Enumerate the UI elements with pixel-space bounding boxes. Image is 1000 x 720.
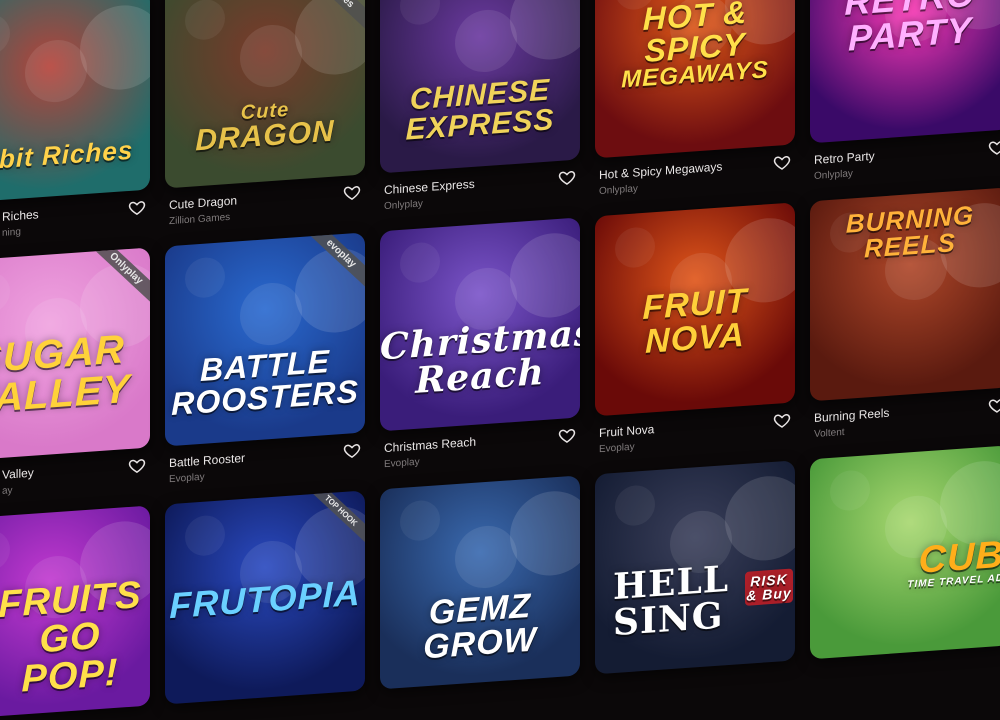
- game-thumbnail[interactable]: GEMZ GROW: [380, 475, 580, 690]
- heart-icon[interactable]: [773, 411, 791, 430]
- game-card[interactable]: games Cute DRAGON Cute Dragon Zillion Ga…: [165, 0, 365, 232]
- game-card[interactable]: FRUIT NOVA Fruit Nova Evoplay: [595, 202, 795, 460]
- game-card[interactable]: FRUITS GO POP!: [0, 505, 150, 720]
- game-thumbnail[interactable]: FRUIT NOVA: [595, 202, 795, 417]
- thumbnail-title: CUB TIME TRAVEL AD: [810, 534, 1000, 597]
- game-provider: ay: [2, 485, 13, 497]
- thumbnail-artwork: [80, 2, 150, 93]
- game-provider: Evoplay: [599, 441, 635, 456]
- thumbnail-subtitle: MEGAWAYS: [621, 56, 769, 94]
- thumbnail-title: RETRO PARTY: [845, 0, 976, 59]
- thumbnail-artwork: [185, 0, 225, 42]
- game-name[interactable]: Riches: [2, 207, 39, 224]
- thumbnail-title: FRUTOPIA: [169, 571, 361, 627]
- game-name[interactable]: Fruit Nova: [599, 422, 654, 440]
- game-provider: Onlyplay: [384, 198, 423, 213]
- thumbnail-artwork: [615, 226, 655, 269]
- thumbnail-title: GEMZ GROW: [423, 586, 537, 667]
- heart-icon[interactable]: [128, 198, 146, 217]
- thumbnail-artwork: [510, 0, 580, 63]
- game-card[interactable]: TOP HOOK FRUTOPIA: [165, 490, 365, 705]
- game-card[interactable]: GEMZ GROW: [380, 475, 580, 690]
- heart-icon[interactable]: [773, 153, 791, 172]
- game-thumbnail[interactable]: HELL SING RISK & Buy: [595, 460, 795, 675]
- game-thumbnail[interactable]: HOT & SPICY MEGAWAYS: [595, 0, 795, 159]
- thumbnail-title: HOT & SPICY MEGAWAYS: [595, 0, 795, 94]
- game-thumbnail[interactable]: RETRO PARTY: [810, 0, 1000, 144]
- heart-icon[interactable]: [988, 396, 1000, 415]
- game-card[interactable]: HELL SING RISK & Buy: [595, 460, 795, 675]
- game-card[interactable]: evoplay BATTLE ROOSTERS Battle Rooster E…: [165, 232, 365, 490]
- thumbnail-title: Cute DRAGON: [165, 94, 365, 158]
- game-card[interactable]: Christmas Reach Christmas Reach Evoplay: [380, 217, 580, 475]
- thumbnail-artwork: [830, 469, 870, 512]
- game-name[interactable]: Hot & Spicy Megaways: [599, 159, 722, 182]
- game-grid: abbit Riches Riches ning games Cute DRAG…: [0, 0, 1000, 720]
- game-thumbnail[interactable]: TOP HOOK FRUTOPIA: [165, 490, 365, 705]
- thumbnail-artwork: [615, 484, 655, 527]
- heart-icon[interactable]: [558, 168, 576, 187]
- thumbnail-subtitle: TIME TRAVEL AD: [907, 572, 1000, 591]
- game-card[interactable]: abbit Riches Riches ning: [0, 0, 150, 248]
- game-card[interactable]: CUB TIME TRAVEL AD: [810, 445, 1000, 660]
- game-name[interactable]: Retro Party: [814, 149, 875, 167]
- game-provider: Onlyplay: [599, 183, 638, 198]
- thumbnail-artwork: [185, 256, 225, 300]
- thumbnail-artwork: [400, 241, 440, 284]
- game-provider: Evoplay: [384, 456, 420, 471]
- game-card[interactable]: BURNING REELS Burning Reels Voltent: [810, 187, 1000, 445]
- thumbnail-artwork: [510, 230, 580, 321]
- thumbnail-title: Christmas Reach: [380, 311, 580, 402]
- game-provider: ning: [2, 226, 21, 239]
- thumbnail-title: FRUITS GO POP!: [0, 574, 142, 701]
- heart-icon[interactable]: [343, 441, 361, 460]
- heart-icon[interactable]: [128, 456, 146, 475]
- thumbnail-artwork: [0, 271, 10, 315]
- game-thumbnail[interactable]: BURNING REELS: [810, 187, 1000, 402]
- thumbnail-artwork: [185, 514, 225, 558]
- game-thumbnail[interactable]: evoplay BATTLE ROOSTERS: [165, 232, 365, 447]
- game-name[interactable]: Valley: [2, 466, 34, 482]
- game-card[interactable]: Onlyplay SUGAR VALLEY Valley ay: [0, 247, 150, 506]
- game-provider: Onlyplay: [814, 168, 853, 183]
- thumbnail-artwork: [510, 488, 580, 579]
- thumbnail-artwork: [25, 37, 87, 105]
- thumbnail-title: abbit Riches: [0, 134, 134, 177]
- game-thumbnail[interactable]: Onlyplay SUGAR VALLEY: [0, 247, 150, 462]
- heart-icon[interactable]: [988, 138, 1000, 157]
- game-provider: Zillion Games: [169, 211, 231, 228]
- game-provider: Voltent: [814, 426, 845, 441]
- game-provider: Evoplay: [169, 471, 205, 486]
- game-thumbnail[interactable]: Christmas Reach: [380, 217, 580, 432]
- game-thumbnail[interactable]: FRUITS GO POP!: [0, 505, 150, 720]
- game-name[interactable]: Burning Reels: [814, 406, 889, 425]
- game-name[interactable]: Christmas Reach: [384, 435, 476, 455]
- thumbnail-title: FRUIT NOVA: [642, 281, 748, 361]
- game-thumbnail[interactable]: games Cute DRAGON: [165, 0, 365, 189]
- thumbnail-title: BATTLE ROOSTERS: [171, 342, 359, 423]
- thumbnail-artwork: [0, 13, 10, 57]
- thumbnail-title: CHINESE EXPRESS: [405, 73, 555, 147]
- thumbnail-artwork: [0, 529, 10, 573]
- game-card[interactable]: HOT & SPICY MEGAWAYS Hot & Spicy Megaway…: [595, 0, 795, 202]
- thumbnail-artwork: [455, 523, 517, 591]
- thumbnail-artwork: [725, 473, 795, 564]
- game-name[interactable]: Battle Rooster: [169, 451, 245, 470]
- thumbnail-artwork: [240, 280, 302, 348]
- thumbnail-subtitle: RISK & Buy: [745, 568, 793, 606]
- game-card[interactable]: CHINESE EXPRESS Chinese Express Onlyplay: [380, 0, 580, 217]
- game-card[interactable]: RETRO PARTY Retro Party Onlyplay: [810, 0, 1000, 187]
- thumbnail-artwork: [400, 0, 440, 26]
- game-thumbnail[interactable]: abbit Riches: [0, 0, 150, 204]
- heart-icon[interactable]: [343, 183, 361, 202]
- thumbnail-artwork: [240, 22, 302, 90]
- thumbnail-title: SUGAR VALLEY: [0, 327, 131, 423]
- game-thumbnail[interactable]: CUB TIME TRAVEL AD: [810, 445, 1000, 660]
- thumbnail-artwork: [400, 499, 440, 542]
- thumbnail-artwork: [455, 7, 517, 75]
- game-name[interactable]: Cute Dragon: [169, 193, 237, 212]
- heart-icon[interactable]: [558, 426, 576, 445]
- game-thumbnail[interactable]: CHINESE EXPRESS: [380, 0, 580, 174]
- game-name[interactable]: Chinese Express: [384, 177, 475, 197]
